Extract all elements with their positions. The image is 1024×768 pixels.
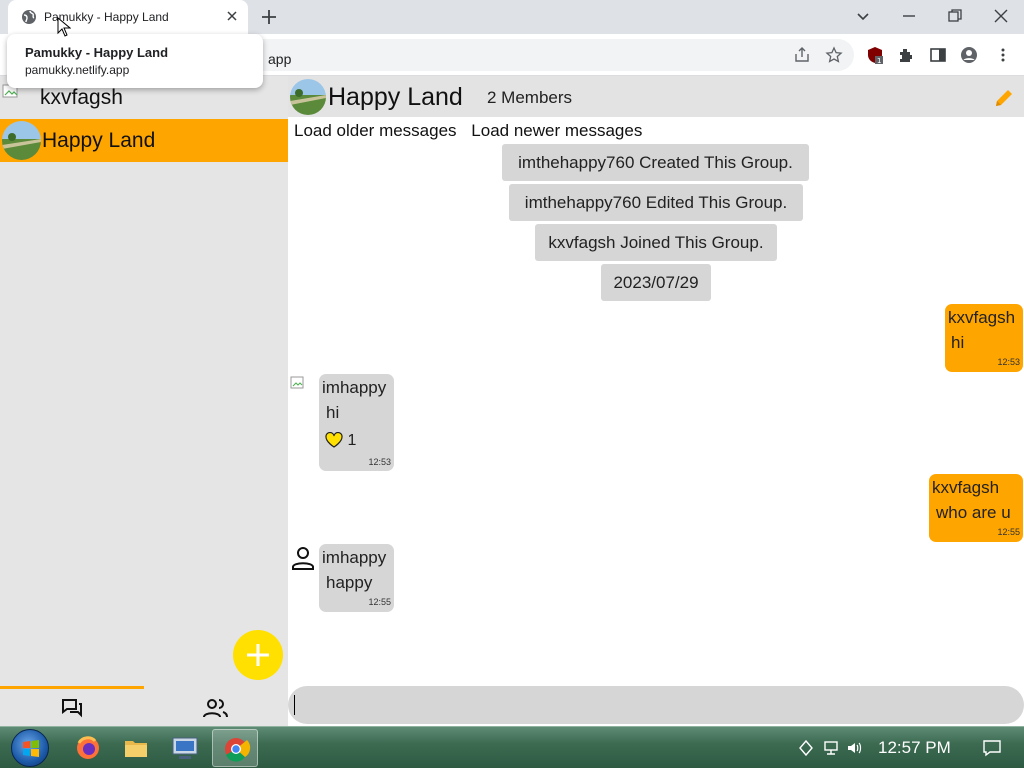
hover-card-url: pamukky.netlify.app [25, 63, 130, 77]
reaction-count: 1 [347, 432, 357, 449]
member-count[interactable]: 2 Members [487, 88, 572, 108]
tab-strip: Pamukky - Happy Land [0, 0, 1024, 34]
reaction-badge[interactable]: 1 [325, 431, 357, 450]
minimize-icon[interactable] [899, 6, 919, 26]
edit-pencil-icon[interactable] [993, 87, 1015, 109]
close-window-icon[interactable] [991, 6, 1011, 26]
notification-icon[interactable] [982, 738, 1002, 758]
message-text: who are u [936, 503, 1011, 522]
message-text: hi [951, 333, 965, 352]
menu-kebab-icon[interactable] [994, 46, 1012, 64]
text-caret [294, 695, 295, 715]
message-sender: kxvfagsh [948, 308, 1016, 327]
chat-title: Happy Land [328, 83, 463, 111]
heart-icon [325, 431, 343, 448]
share-icon[interactable] [793, 46, 811, 64]
load-older-link[interactable]: Load older messages [294, 121, 457, 140]
bookmark-star-icon[interactable] [825, 46, 843, 64]
ublock-extension-icon[interactable]: 1 [866, 46, 884, 64]
group-name: Happy Land [42, 129, 156, 152]
sidebar-tabs [0, 686, 288, 726]
taskbar: 12:57 PM [0, 726, 1024, 768]
active-tab-indicator [0, 686, 144, 689]
sender-avatar-broken-icon [290, 376, 304, 389]
taskbar-network-app[interactable] [162, 729, 208, 767]
chat-header: Happy Land 2 Members [288, 76, 1024, 117]
person-avatar-icon [292, 547, 314, 570]
mouse-cursor-icon [57, 17, 71, 37]
sidebar: kxvfagsh Happy Land [0, 76, 288, 726]
side-panel-icon[interactable] [929, 46, 947, 64]
system-message: imthehappy760 Edited This Group. [509, 184, 803, 221]
message-text: hi [326, 403, 340, 422]
load-links: Load older messages Load newer messages [294, 121, 652, 141]
message-sender: imhappy [322, 548, 387, 567]
system-message: imthehappy760 Created This Group. [502, 144, 809, 181]
profile-icon[interactable] [960, 46, 978, 64]
message-sender: imhappy [322, 378, 387, 397]
message-input[interactable] [288, 686, 1024, 724]
message-bubble-incoming[interactable]: imhappy happy 12:55 [319, 544, 394, 612]
date-separator: 2023/07/29 [601, 264, 711, 301]
people-tab-icon[interactable] [203, 697, 229, 719]
restore-icon[interactable] [945, 6, 965, 26]
message-sender: kxvfagsh [932, 478, 1000, 497]
firefox-icon [77, 736, 99, 759]
message-time: 12:53 [368, 457, 391, 467]
chats-tab-icon[interactable] [61, 698, 83, 718]
address-text: app [268, 51, 292, 67]
add-chat-button[interactable] [233, 630, 283, 680]
close-tab-icon[interactable] [224, 8, 240, 24]
taskbar-chrome[interactable] [212, 729, 258, 767]
start-button[interactable] [11, 729, 49, 767]
file-explorer-icon [125, 741, 147, 757]
load-newer-link[interactable]: Load newer messages [471, 121, 642, 140]
chrome-icon [225, 738, 251, 762]
current-user-name: kxvfagsh [40, 86, 123, 109]
tab-search-icon[interactable] [853, 6, 873, 26]
taskbar-clock[interactable]: 12:57 PM [878, 738, 951, 758]
svg-text:1: 1 [877, 57, 881, 64]
new-tab-icon[interactable] [259, 7, 279, 27]
windows-logo-icon [23, 740, 39, 757]
message-bubble-incoming[interactable]: imhappy hi 1 12:53 [319, 374, 394, 471]
taskbar-firefox[interactable] [65, 729, 111, 767]
hover-card-title: Pamukky - Happy Land [25, 45, 169, 60]
tab-hover-card: Pamukky - Happy Land pamukky.netlify.app [7, 34, 263, 88]
tray-diamond-icon[interactable] [797, 739, 815, 757]
group-item-happy-land[interactable]: Happy Land [0, 119, 288, 162]
browser-tab[interactable]: Pamukky - Happy Land [8, 0, 248, 34]
message-time: 12:53 [997, 357, 1020, 367]
message-time: 12:55 [997, 527, 1020, 537]
message-list: Load older messages Load newer messages … [288, 117, 1024, 685]
message-text: happy [326, 573, 373, 592]
network-tray-icon[interactable] [822, 739, 840, 757]
volume-icon[interactable] [846, 739, 864, 757]
plus-icon [247, 644, 269, 666]
network-app-icon [172, 737, 198, 759]
message-bubble-outgoing[interactable]: kxvfagsh hi 12:53 [945, 304, 1023, 372]
group-header-avatar[interactable] [290, 79, 326, 115]
globe-icon [22, 10, 36, 24]
extensions-icon[interactable] [897, 46, 915, 64]
group-avatar [2, 121, 41, 160]
message-bubble-outgoing[interactable]: kxvfagsh who are u 12:55 [929, 474, 1023, 542]
message-time: 12:55 [368, 597, 391, 607]
taskbar-file-explorer[interactable] [113, 729, 159, 767]
system-message: kxvfagsh Joined This Group. [535, 224, 777, 261]
